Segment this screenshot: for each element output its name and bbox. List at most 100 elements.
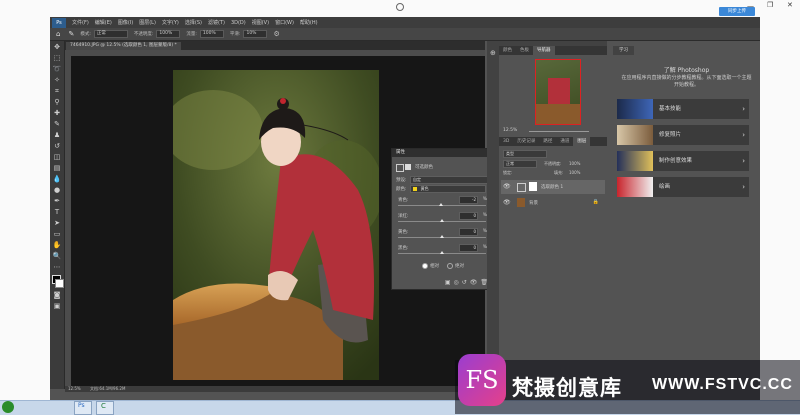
navigator-zoom-slider[interactable] (529, 131, 589, 132)
zoom-tool-icon[interactable]: 🔍 (52, 252, 62, 261)
properties-footer-icons[interactable]: ▣◎↺👁🗑 (445, 279, 491, 286)
tab-navigator[interactable]: 导航器 (533, 46, 555, 55)
slider-value-input[interactable]: -2 (459, 196, 478, 204)
slider-value-input[interactable]: 0 (459, 244, 478, 252)
learn-card-paint[interactable]: 绘画 › (617, 177, 749, 197)
menu-select[interactable]: 选择(S) (185, 19, 202, 26)
slider-thumb[interactable] (439, 203, 444, 206)
menu-view[interactable]: 视图(V) (252, 19, 269, 26)
menu-file[interactable]: 文件(F) (72, 19, 89, 26)
blur-tool-icon[interactable]: 💧 (52, 175, 62, 184)
opacity-input[interactable]: 100% (156, 30, 181, 38)
flow-input[interactable]: 100% (199, 30, 224, 38)
menu-help[interactable]: 帮助(H) (300, 19, 318, 26)
navigator-thumbnail[interactable] (535, 59, 581, 125)
pen-tool-icon[interactable]: ✒ (52, 197, 62, 206)
kind-filter[interactable]: 类型 (503, 150, 547, 158)
slider-value-input[interactable]: 0 (459, 212, 478, 220)
adjustment-layer-icon (517, 183, 526, 192)
eraser-tool-icon[interactable]: ◫ (52, 153, 62, 162)
tab-history[interactable]: 历史记录 (513, 137, 539, 146)
layer-mask-thumb[interactable] (529, 182, 537, 191)
healing-tool-icon[interactable]: ✚ (52, 109, 62, 118)
tab-paths[interactable]: 路径 (539, 137, 556, 146)
close-icon[interactable]: ✕ (787, 1, 793, 9)
menu-edit[interactable]: 编辑(E) (95, 19, 112, 26)
history-brush-icon[interactable]: ↺ (52, 142, 62, 151)
slider-thumb[interactable] (440, 219, 444, 222)
learn-card-label: 基本技能 (659, 106, 682, 112)
stamp-tool-icon[interactable]: ♟ (52, 131, 62, 140)
eyedropper-tool-icon[interactable]: ⚲ (52, 98, 62, 107)
menu-layer[interactable]: 图层(L) (139, 19, 156, 26)
collapse-icon[interactable]: ⊕ (490, 49, 496, 57)
move-tool-icon[interactable]: ✥ (52, 43, 62, 52)
gear-icon[interactable]: ⚙ (273, 30, 279, 38)
blend-mode-select[interactable]: 正常 (503, 160, 537, 168)
tab-3d[interactable]: 3D (499, 137, 513, 146)
menu-window[interactable]: 窗口(W) (275, 19, 294, 26)
slider-black: 黑色: 0 % (398, 244, 490, 255)
color-swatches[interactable] (50, 275, 64, 289)
crop-tool-icon[interactable]: ⌗ (52, 87, 62, 96)
navigator-tabs: 颜色 色板 导航器 (499, 46, 607, 55)
learn-thumb (617, 99, 653, 119)
learn-thumb (617, 151, 653, 171)
menu-bar: Ps 文件(F) 编辑(E) 图像(I) 图层(L) 文字(Y) 选择(S) 滤… (50, 17, 760, 28)
learn-card-creative[interactable]: 制作创意效果 › (617, 151, 749, 171)
relative-radio[interactable]: 相对 (422, 263, 439, 269)
taskbar-photoshop-button[interactable]: Ps (74, 401, 92, 415)
minimize-icon[interactable]: — (747, 2, 754, 10)
options-bar: ⌂ ✎ 模式: 正常 不透明度: 100% 流量: 100% 平滑: 10% ⚙ (50, 28, 760, 41)
tab-learn[interactable]: 学习 (613, 46, 634, 55)
smoothing-input[interactable]: 10% (243, 30, 268, 38)
lasso-tool-icon[interactable]: ➰ (52, 65, 62, 74)
layer-opacity-value[interactable]: 100% (569, 161, 580, 166)
hand-tool-icon[interactable]: ✋ (52, 241, 62, 250)
document-photo[interactable] (173, 70, 379, 380)
layer-row[interactable]: 👁 选取颜色 1 (501, 180, 605, 194)
screen-mode-icon[interactable]: ▣ (52, 302, 62, 311)
mode-select[interactable]: 正常 (93, 30, 128, 38)
absolute-radio[interactable]: 绝对 (447, 263, 464, 269)
gradient-tool-icon[interactable]: ▤ (52, 164, 62, 173)
slider-value-input[interactable]: 0 (459, 228, 478, 236)
path-select-icon[interactable]: ➤ (52, 219, 62, 228)
home-icon[interactable]: ⌂ (56, 30, 60, 38)
learn-card-fix[interactable]: 修复照片 › (617, 125, 749, 145)
visibility-eye-icon[interactable]: 👁 (503, 183, 511, 190)
start-button[interactable] (2, 401, 14, 413)
dodge-tool-icon[interactable]: ● (52, 186, 62, 195)
more-tools-icon[interactable]: ⋯ (52, 263, 62, 272)
tab-color[interactable]: 颜色 (499, 46, 516, 55)
quick-select-tool-icon[interactable]: ✧ (52, 76, 62, 85)
slider-thumb[interactable] (440, 251, 444, 254)
tab-swatches[interactable]: 色板 (516, 46, 533, 55)
properties-header: 属性 ≡ (392, 149, 495, 157)
taskbar-browser-button[interactable]: C (96, 401, 114, 415)
navigator-zoom[interactable]: 12.5% (503, 128, 517, 133)
preset-select[interactable]: 自定 (410, 176, 488, 184)
shape-tool-icon[interactable]: ▭ (52, 230, 62, 239)
tab-channels[interactable]: 通道 (556, 137, 573, 146)
mask-icon[interactable] (405, 164, 411, 170)
visibility-eye-icon[interactable]: 👁 (503, 199, 511, 206)
menu-image[interactable]: 图像(I) (118, 19, 133, 26)
learn-card-basic[interactable]: 基本技能 › (617, 99, 749, 119)
menu-type[interactable]: 文字(Y) (162, 19, 179, 26)
restore-icon[interactable]: ❐ (767, 1, 773, 9)
menu-filter[interactable]: 滤镜(T) (208, 19, 225, 26)
quick-mask-icon[interactable]: ◙ (52, 291, 62, 300)
type-tool-icon[interactable]: T (52, 208, 62, 217)
layer-row[interactable]: 👁 背景 🔒 (501, 196, 605, 210)
fill-value[interactable]: 100% (569, 170, 580, 175)
document-tab[interactable]: 7464910.JPG @ 12.5% (选取颜色 1, 图层蒙版/8) * (66, 42, 181, 50)
brush-tool-icon[interactable]: ✎ (68, 30, 74, 38)
marquee-tool-icon[interactable]: ⬚ (52, 54, 62, 63)
tab-layers[interactable]: 图层 (573, 137, 591, 146)
brush-icon[interactable]: ✎ (52, 120, 62, 129)
menu-3d[interactable]: 3D(D) (231, 20, 246, 26)
colors-select[interactable]: 黄色 (410, 185, 486, 193)
smoothing-label: 平滑: (229, 32, 241, 37)
slider-thumb[interactable] (440, 235, 444, 238)
